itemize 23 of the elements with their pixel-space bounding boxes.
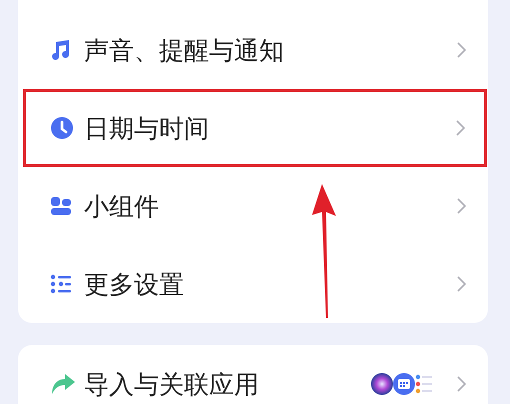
chevron-icon xyxy=(457,198,466,214)
chevron-icon xyxy=(457,276,466,292)
chevron-icon xyxy=(457,376,466,392)
settings-row[interactable]: 更多设置 xyxy=(18,245,488,323)
settings-row[interactable]: 声音、提醒与通知 xyxy=(18,11,488,89)
widgets-icon xyxy=(50,195,72,217)
gradient-circle-icon xyxy=(371,373,393,395)
row-label: 小组件 xyxy=(84,190,160,222)
calendar-icon xyxy=(393,373,415,395)
chevron-icon xyxy=(456,120,465,136)
row-label: 日期与时间 xyxy=(84,112,210,144)
settings-row[interactable]: 日期与时间 xyxy=(23,89,487,167)
row-label: 声音、提醒与通知 xyxy=(84,34,285,66)
clock-icon xyxy=(50,116,74,140)
colored-list-icon xyxy=(415,373,433,395)
settings-row[interactable]: 导入与关联应用 xyxy=(18,345,488,404)
chevron-icon xyxy=(457,42,466,58)
share-arrow-icon xyxy=(50,373,76,395)
list-icon xyxy=(50,273,72,295)
row-label: 导入与关联应用 xyxy=(84,368,260,400)
settings-row[interactable]: 小组件 xyxy=(18,167,488,245)
music-note-icon xyxy=(50,39,72,61)
row-label: 更多设置 xyxy=(84,268,185,300)
